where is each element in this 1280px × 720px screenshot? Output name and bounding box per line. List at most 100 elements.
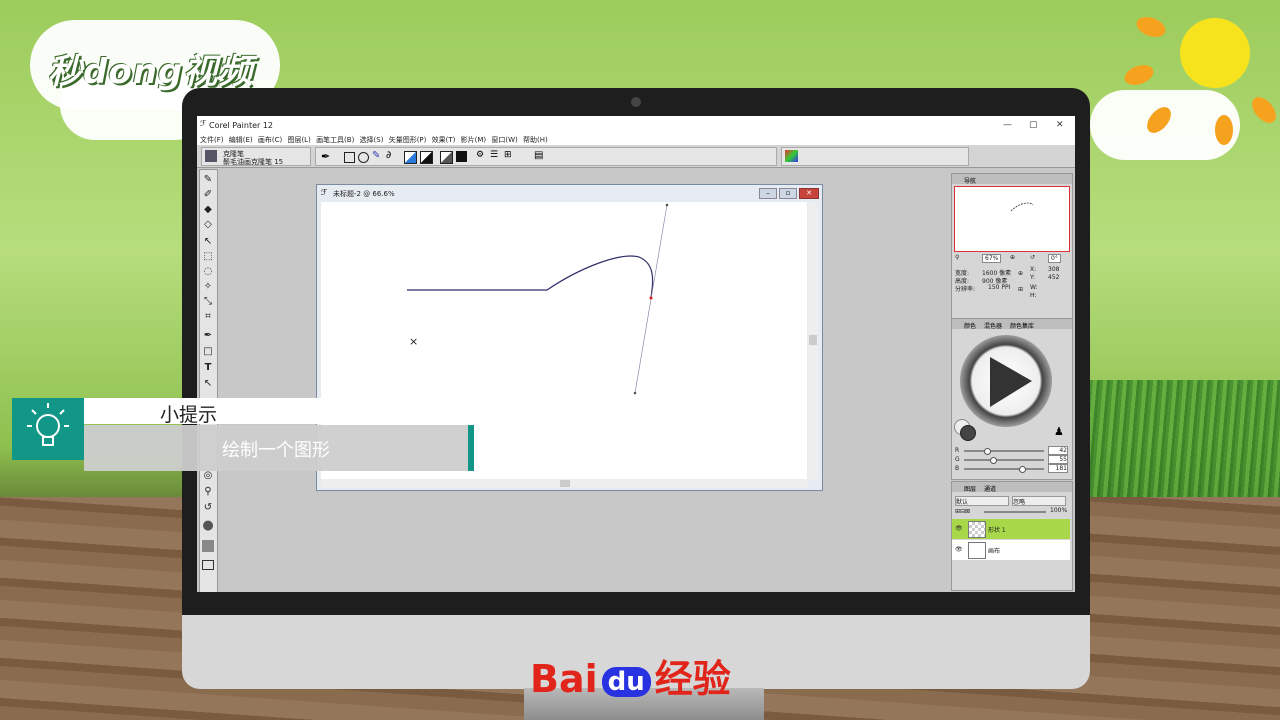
navigator-tab[interactable]: 导航 [964,176,976,185]
angle-field[interactable]: 0° [1048,254,1061,263]
rect-select-icon[interactable]: ⬚ [202,251,214,263]
palette-icon[interactable] [785,150,798,162]
y-value: 452 [1048,274,1060,281]
dropper-tool-icon[interactable]: ✐ [202,189,214,201]
handle-point[interactable] [665,203,669,207]
tab-channels[interactable]: 通道 [984,484,996,493]
menu-edit[interactable]: 编辑(E) [229,135,253,145]
lasso-icon[interactable]: ◌ [202,266,214,278]
doc-minimize-button[interactable]: – [759,188,777,199]
color-wheel[interactable] [960,335,1052,427]
layer-row[interactable]: 👁 形状 1 [952,519,1070,539]
r-value[interactable]: 42 [1048,446,1068,455]
fill-icon[interactable] [404,151,417,164]
zoom-icon[interactable]: ⚲ [202,486,214,498]
slider-thumb[interactable] [1019,466,1026,473]
g-value[interactable]: 55 [1048,455,1068,464]
stamp-icon[interactable]: ♟ [1054,425,1064,438]
pen-icon[interactable]: ✒ [202,330,214,342]
oval-icon[interactable] [358,152,369,163]
eye-icon[interactable]: 👁 [955,546,963,553]
scroll-thumb[interactable] [560,480,570,487]
rectangle-icon[interactable] [344,152,355,163]
handle-point[interactable] [633,391,637,395]
tab-color-sets[interactable]: 颜色集库 [1010,321,1034,330]
rotate-icon[interactable]: ↺ [202,502,214,514]
menu-canvas[interactable]: 画布(C) [258,135,282,145]
doc-close-button[interactable]: ✕ [799,188,819,199]
scroll-thumb[interactable] [809,335,817,345]
eraser-icon[interactable]: ◇ [202,219,214,231]
opacity-value[interactable]: 100% [1050,507,1067,514]
menu-effects[interactable]: 效果(T) [432,135,456,145]
zoom-in-icon[interactable]: ⊕ [1010,254,1015,261]
color-mode-icon[interactable] [456,151,467,162]
eyedropper-icon[interactable]: ✎ [372,150,380,161]
grass [1090,380,1280,500]
tab-color[interactable]: 颜色 [964,321,976,330]
close-button[interactable]: ✕ [1056,120,1064,130]
zoom-field[interactable]: 67% [982,254,1002,263]
menu-file[interactable]: 文件(F) [200,135,224,145]
menu-vector[interactable]: 矢量图形(P) [389,135,427,145]
b-value[interactable]: 181 [1048,464,1068,473]
text-tool-icon[interactable]: T [202,362,214,374]
align-icon[interactable]: ☰ [490,150,498,160]
transform-icon[interactable]: ⤡ [202,296,214,308]
menu-select[interactable]: 选择(S) [360,135,384,145]
shape-tool-icon[interactable]: □ [202,346,214,358]
tab-mixer[interactable]: 混色器 [984,321,1002,330]
layers-panel: 图层 通道 默认 忽略 ⊞⊟⊠ 100% 👁 形状 1 👁 画布 [951,481,1073,591]
paint-bucket-icon[interactable]: ◆ [202,204,214,216]
crop-icon[interactable]: ⌗ [202,311,214,323]
clone-icon[interactable]: ◎ [202,470,214,482]
menu-movie[interactable]: 影片(M) [461,135,487,145]
layer-row[interactable]: 👁 画布 [952,540,1070,560]
distribute-icon[interactable]: ⊞ [504,150,512,160]
g-slider[interactable] [964,457,1044,464]
slider-thumb[interactable] [990,457,997,464]
opacity-slider[interactable] [984,511,1046,513]
eye-icon[interactable]: 👁 [955,525,963,532]
horizontal-scrollbar[interactable] [321,479,808,488]
color-swatch-icon[interactable]: ● [202,519,214,532]
menu-brush-tools[interactable]: 画笔工具(B) [316,135,354,145]
brush-tool-icon[interactable]: ✎ [202,174,214,186]
slider-thumb[interactable] [984,448,991,455]
shape-toolbar: ✒ ✎ ∂ ⚙ ☰ ⊞ ▤ [315,147,777,166]
layer-thumbnail [968,542,986,559]
screen-mode-icon[interactable] [202,560,214,570]
minimize-button[interactable]: — [1003,120,1012,130]
b-slider[interactable] [964,466,1044,473]
layer-tools-icon[interactable]: ⊞⊟⊠ [955,508,970,515]
primary-color-swatch[interactable] [960,425,976,441]
h-label: H: [1030,292,1037,299]
app-icon: ℱ [200,119,207,128]
fill-mode-icon[interactable] [440,151,453,164]
rotate-canvas-icon[interactable]: ↺ [1030,254,1035,261]
shape-options-icon[interactable]: ⚙ [476,150,484,160]
path-icon[interactable]: ∂ [386,150,391,161]
anchor-point[interactable] [649,296,653,300]
maximize-button[interactable]: ▢ [1029,120,1038,130]
composite-method-select[interactable]: 默认 [955,496,1009,506]
preserve-select[interactable]: 忽略 [1012,496,1066,506]
brush-selector[interactable]: 克隆笔 鬃毛油画克隆笔 15 [201,147,311,166]
tab-layers[interactable]: 图层 [964,484,976,493]
r-slider[interactable] [964,448,1044,455]
paper-icon[interactable] [202,540,214,552]
menu-layers[interactable]: 图层(L) [287,135,310,145]
w-label: W: [1030,284,1038,291]
doc-maximize-button[interactable]: ▫ [779,188,797,199]
navigator-preview[interactable] [954,186,1070,252]
zoom-out-icon[interactable]: ⚲ [955,254,959,261]
selector-icon[interactable]: ↖ [202,378,214,390]
menu-help[interactable]: 帮助(H) [523,135,548,145]
vertical-scrollbar[interactable] [808,202,818,479]
move-tool-icon[interactable]: ↖ [202,236,214,248]
clipboard-icon[interactable]: ▤ [534,150,543,161]
pen-tool-icon[interactable]: ✒ [321,150,330,163]
stroke-icon[interactable] [420,151,433,164]
menu-window[interactable]: 窗口(W) [491,135,517,145]
magic-wand-icon[interactable]: ✧ [202,281,214,293]
